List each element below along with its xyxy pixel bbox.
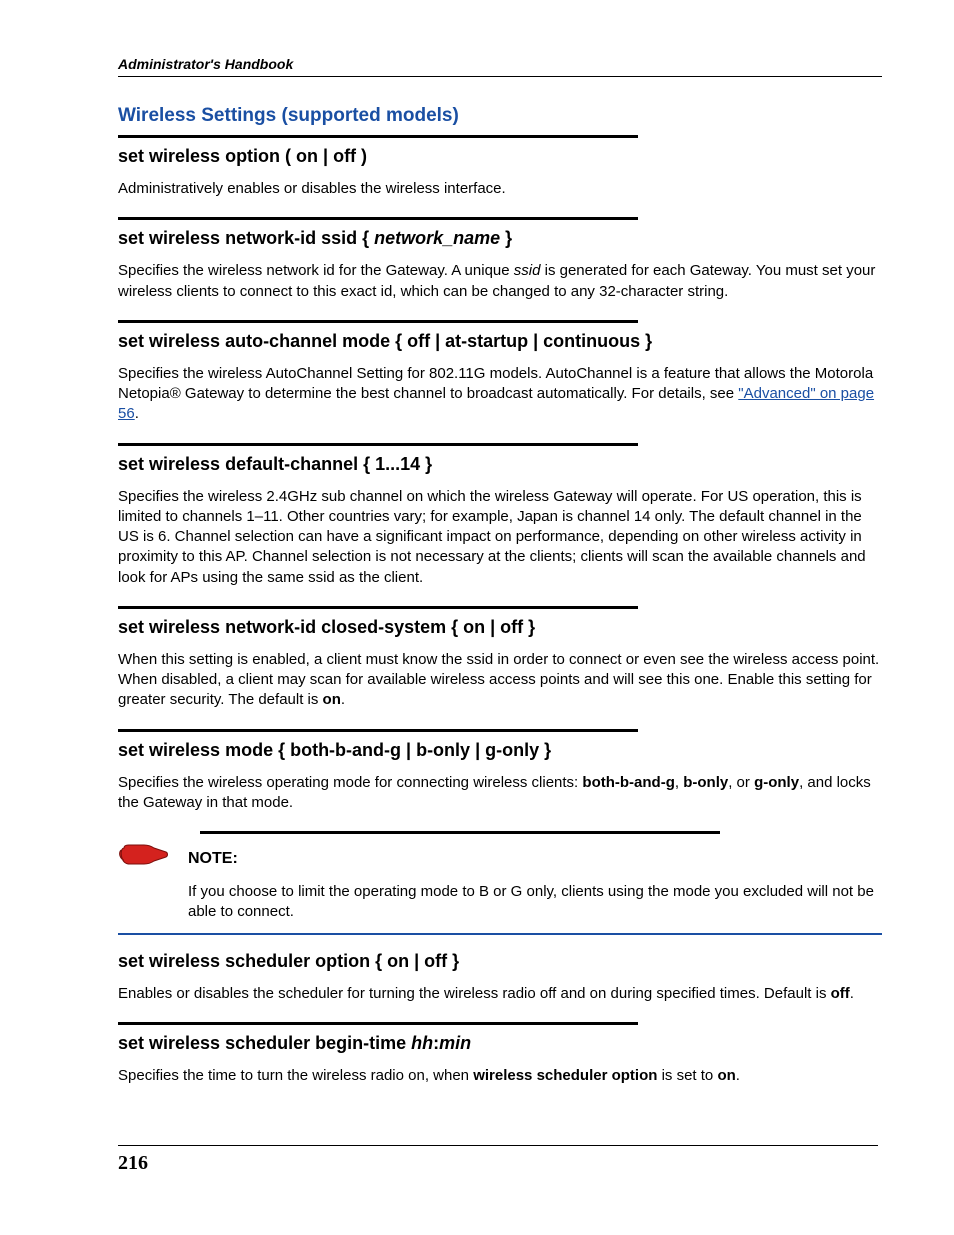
cmd-heading: set wireless scheduler begin-time hh:min: [118, 1033, 882, 1054]
text: set wireless network-id ssid {: [118, 228, 374, 248]
running-header: Administrator's Handbook: [118, 56, 882, 72]
text: .: [341, 691, 345, 708]
cmd-heading: set wireless network-id ssid { network_n…: [118, 228, 882, 249]
strong: g-only: [754, 774, 799, 791]
cmd-body: Specifies the wireless 2.4GHz sub channe…: [118, 487, 882, 588]
divider: [118, 606, 638, 609]
param: hh: [411, 1033, 433, 1053]
cmd-body: When this setting is enabled, a client m…: [118, 650, 882, 711]
text: Enables or disables the scheduler for tu…: [118, 985, 831, 1002]
text: Specifies the wireless operating mode fo…: [118, 774, 582, 791]
cmd-heading: set wireless mode { both-b-and-g | b-onl…: [118, 740, 882, 761]
cmd-heading: set wireless scheduler option { on | off…: [118, 951, 882, 972]
text: , or: [728, 774, 754, 791]
note-content: NOTE: If you choose to limit the operati…: [188, 838, 882, 923]
text: .: [135, 405, 139, 422]
divider: [118, 320, 638, 323]
strong: on: [323, 691, 341, 708]
text: set wireless scheduler begin-time: [118, 1033, 411, 1053]
top-rule: [118, 76, 882, 77]
page-number: 216: [118, 1145, 878, 1175]
param: min: [439, 1033, 471, 1053]
note-block: NOTE: If you choose to limit the operati…: [118, 838, 882, 923]
note-label: NOTE:: [188, 850, 882, 868]
strong: b-only: [683, 774, 728, 791]
cmd-body: Administratively enables or disables the…: [118, 179, 882, 199]
cmd-heading: set wireless network-id closed-system { …: [118, 617, 882, 638]
divider: [118, 217, 638, 220]
divider: [118, 135, 638, 138]
divider: [118, 1022, 638, 1025]
divider: [118, 443, 638, 446]
note-rule: [118, 933, 882, 935]
strong: wireless scheduler option: [473, 1067, 657, 1084]
term: ssid: [514, 262, 541, 279]
pointing-hand-icon: [118, 838, 188, 879]
section-title: Wireless Settings (supported models): [118, 105, 882, 127]
strong: both-b-and-g: [582, 774, 674, 791]
text: is set to: [657, 1067, 717, 1084]
divider: [200, 831, 720, 834]
strong: on: [717, 1067, 735, 1084]
note-text: If you choose to limit the operating mod…: [188, 882, 882, 923]
text: Specifies the time to turn the wireless …: [118, 1067, 473, 1084]
text: ,: [675, 774, 683, 791]
text: .: [850, 985, 854, 1002]
text: When this setting is enabled, a client m…: [118, 651, 879, 709]
cmd-heading: set wireless default-channel { 1...14 }: [118, 454, 882, 475]
divider: [118, 729, 638, 732]
text: .: [736, 1067, 740, 1084]
cmd-body: Enables or disables the scheduler for tu…: [118, 984, 882, 1004]
param: network_name: [374, 228, 500, 248]
cmd-body: Specifies the wireless network id for th…: [118, 261, 882, 302]
cmd-heading: set wireless auto-channel mode { off | a…: [118, 331, 882, 352]
text: }: [500, 228, 512, 248]
cmd-body: Specifies the wireless AutoChannel Setti…: [118, 364, 882, 425]
cmd-body: Specifies the time to turn the wireless …: [118, 1066, 882, 1086]
strong: off: [831, 985, 850, 1002]
document-page: Administrator's Handbook Wireless Settin…: [0, 0, 954, 1235]
text: Specifies the wireless network id for th…: [118, 262, 514, 279]
cmd-heading: set wireless option ( on | off ): [118, 146, 882, 167]
cmd-body: Specifies the wireless operating mode fo…: [118, 773, 882, 814]
